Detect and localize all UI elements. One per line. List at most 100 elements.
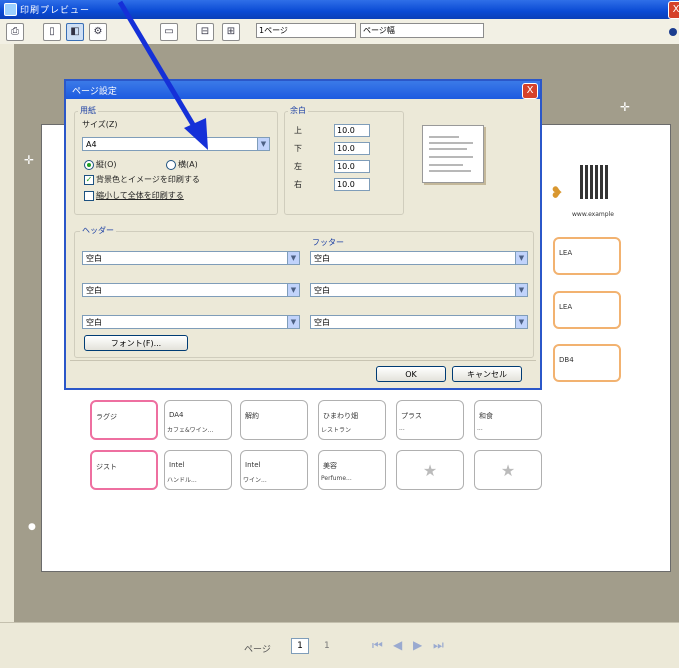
page-number-input[interactable]: 1 [291,638,309,654]
preview-card: プラス... [396,400,464,440]
card-title: 美容 [323,462,337,470]
shrink-to-fit-label: 縮小して全体を印刷する [96,191,184,200]
left-arrow-icon[interactable]: ✛ [24,153,34,167]
right-card: LEA [553,291,621,329]
portrait-radio[interactable] [84,160,94,170]
page-double-icon[interactable]: ◧ [66,23,84,41]
dialog-separator [70,360,536,361]
preview-card: DA4 カフェ&ワイン... [164,400,232,440]
last-page-icon[interactable]: ⏭ [433,638,444,653]
print-background-checkbox[interactable]: ✓ [84,175,94,185]
card-subtitle: ワイン... [243,477,267,484]
card-title: DA4 [169,411,184,419]
print-background-label: 背景色とイメージを印刷する [96,175,200,184]
heart-icon: ❥ [550,183,564,202]
card-title: ジスト [96,463,117,471]
print-icon[interactable]: ⎙ [6,23,24,41]
card-subtitle: レストラン [321,427,352,434]
thumb-line [429,170,471,172]
page-multi-icon[interactable]: ⚙ [89,23,107,41]
page-total: 1 [324,641,330,651]
header-group-label: ヘッダー [80,225,116,236]
margin-left-label: 左 [294,162,302,171]
page-fit-icon[interactable]: ▭ [160,23,178,41]
footer-right-select[interactable]: 空白 ▼ [310,315,528,329]
qr-caption: www.example [572,211,614,218]
card-subtitle: ハンドル... [167,477,197,484]
top-arrow-icon[interactable]: ✛ [620,100,630,114]
preview-card: ひまわり畑レストラン [318,400,386,440]
paper-size-select[interactable]: A4 ▼ [82,137,270,151]
zoom-out-icon[interactable]: ⊟ [196,23,214,41]
preview-footer [0,622,679,668]
page-size-select[interactable]: 1ページ [256,23,356,38]
ok-button[interactable]: OK [376,366,446,382]
paper-size-label: サイズ(Z) [82,120,118,129]
thumb-line [429,156,473,158]
page-label: ページ [244,645,271,655]
page-preview-thumbnail [422,125,484,183]
portrait-label: 縦(O) [96,160,117,169]
window-title: 印刷プレビュー [20,6,91,16]
preview-card: Intel ハンドル... [164,450,232,490]
thumb-line [429,164,463,166]
page-single-icon[interactable]: ▯ [43,23,61,41]
left-strip [0,44,14,622]
zoom-select[interactable]: ページ幅 [360,23,484,38]
preview-card: 和食... [474,400,542,440]
dialog-close-button[interactable]: X [522,83,538,99]
window-close-button[interactable]: X [668,1,679,19]
preview-card: Intel ワイン... [240,450,308,490]
footer-center-select[interactable]: 空白 ▼ [310,283,528,297]
font-button[interactable]: フォント(F)... [84,335,188,351]
card-title: 和食 [479,412,493,420]
header-left-select[interactable]: 空白 ▼ [82,251,300,265]
shrink-to-fit-checkbox[interactable] [84,191,94,201]
card-title: Intel [169,461,185,469]
thumb-line [429,142,473,144]
qr-code [580,165,608,199]
preview-card: ジスト [90,450,158,490]
landscape-radio[interactable] [166,160,176,170]
card-subtitle: Perfume... [321,475,352,482]
star-icon: ★ [422,461,438,480]
preview-card: 美容 Perfume... [318,450,386,490]
cancel-button[interactable]: キャンセル [452,366,522,382]
margin-group-label: 余白 [288,105,308,116]
header-right-select[interactable]: 空白 ▼ [82,315,300,329]
footer-left-select[interactable]: 空白 ▼ [310,251,528,265]
margin-right-label: 右 [294,180,302,189]
margin-left-input[interactable]: 10.0 [334,160,370,173]
card-title: ラグジ [96,413,117,421]
preview-card: ★ [474,450,542,490]
margin-top-label: 上 [294,126,302,135]
header-center-select[interactable]: 空白 ▼ [82,283,300,297]
next-page-icon[interactable]: ▶ [413,638,422,652]
card-title: プラス [401,412,422,420]
preview-card: ★ [396,450,464,490]
margin-bottom-input[interactable]: 10.0 [334,142,370,155]
landscape-label: 横(A) [178,160,198,169]
card-subtitle: ... [399,425,405,432]
margin-top-input[interactable]: 10.0 [334,124,370,137]
dialog-title: ページ設定 [72,87,117,97]
card-title: ひまわり畑 [323,412,358,420]
page-setup-dialog: ページ設定 X 用紙 サイズ(Z) A4 ▼ 縦(O) 横(A) ✓ 背景色とイメ… [64,79,542,390]
prev-page-icon[interactable]: ◀ [393,638,402,652]
thumb-line [429,136,459,138]
help-icon[interactable] [669,28,677,36]
zoom-in-icon[interactable]: ⊞ [222,23,240,41]
thumb-line [429,148,467,150]
bottom-marker-icon: ● [28,522,36,532]
margin-right-input[interactable]: 10.0 [334,178,370,191]
star-icon: ★ [500,461,516,480]
preview-card: ラグジ [90,400,158,440]
window-titlebar: 印刷プレビュー X [0,0,679,19]
card-title: 解約 [245,412,259,420]
first-page-icon[interactable]: ⏮ [372,638,383,653]
right-card: DB4 [553,344,621,382]
card-subtitle: ... [477,425,483,432]
margin-bottom-label: 下 [294,144,302,153]
paper-group-label: 用紙 [78,105,98,116]
card-title: Intel [245,461,261,469]
